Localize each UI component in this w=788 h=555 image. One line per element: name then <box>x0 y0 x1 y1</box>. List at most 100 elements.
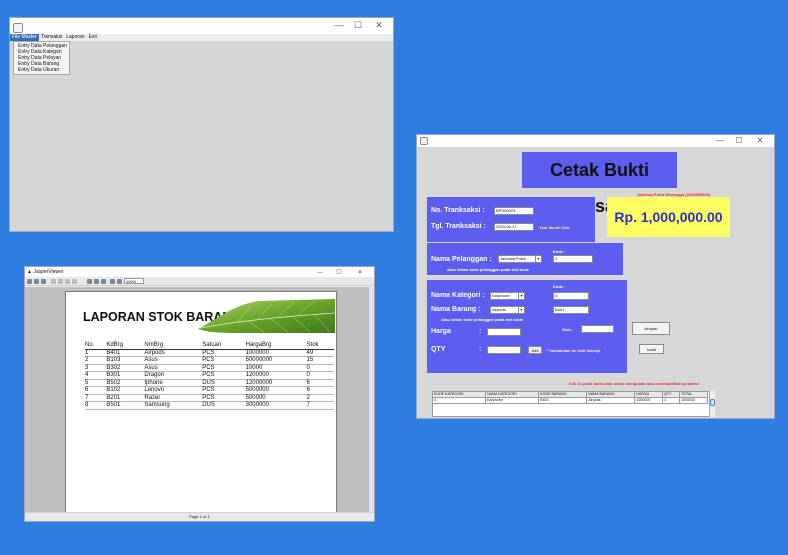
maximize-button[interactable]: ☐ <box>731 136 747 146</box>
first-page-icon[interactable] <box>51 279 56 284</box>
add-hint: * Tambahkan ke detil belanja <box>546 348 601 353</box>
table-cell: 1200000 <box>245 371 307 380</box>
table-cell: DUS <box>202 401 246 410</box>
table-cell: Samsung <box>144 401 203 410</box>
table-cell: Asus <box>144 356 203 365</box>
actual-size-icon[interactable] <box>87 279 92 284</box>
column-header: Satuan <box>202 342 246 350</box>
transaction-panel: No. Tranksaksi : BPS00023 Tgl. Tranksaks… <box>427 197 595 242</box>
save-icon[interactable] <box>27 279 32 284</box>
table-cell: 1 <box>662 397 681 404</box>
menu-file-master[interactable]: File Master <box>10 34 39 41</box>
scrollbar-thumb[interactable] <box>710 399 715 406</box>
minimize-button[interactable]: — <box>331 20 347 30</box>
harga-field[interactable] <box>487 328 521 336</box>
add-button[interactable]: Add <box>528 346 542 354</box>
window-title: ▲ JasperViewer <box>27 269 64 275</box>
table-cell: 0 <box>306 364 334 372</box>
kode-label: Kode : <box>553 249 566 254</box>
barang-panel: Kode : Nama Kategori : Earphone ▾ 4 Nama … <box>427 280 627 373</box>
table-cell: 1000000 <box>634 397 664 404</box>
zoom-out-icon[interactable] <box>117 279 122 284</box>
table-row: 5 B502 Iphone DUS 12000000 6 <box>85 379 334 387</box>
chevron-down-icon: ▾ <box>518 307 524 313</box>
fit-page-icon[interactable] <box>94 279 99 284</box>
table-cell: 2 <box>85 356 107 365</box>
fit-width-icon[interactable] <box>101 279 106 284</box>
table-cell: PCS <box>202 364 246 372</box>
viewer-toolbar: 100% <box>25 277 374 286</box>
next-page-icon[interactable] <box>65 279 70 284</box>
stok-field[interactable] <box>581 325 614 333</box>
table-cell: 7 <box>306 401 334 410</box>
tgl-transaksi-field[interactable]: 2023-06-17 <box>494 223 534 231</box>
table-row: 1 B401 Airpods PCS 1000000 49 <box>85 349 334 357</box>
barang-hint: Atau isikan kode pelanggan pada text kod… <box>441 317 524 322</box>
close-button[interactable]: ✕ <box>371 20 387 30</box>
table-cell: PCS <box>202 356 246 365</box>
menu-transaksi[interactable]: Transaksi <box>39 34 65 41</box>
vertical-scrollbar[interactable] <box>369 287 374 512</box>
kategori-kode-field[interactable]: 4 <box>553 292 589 300</box>
zoom-in-icon[interactable] <box>110 279 115 284</box>
table-cell: B302 <box>106 364 145 372</box>
table-cell: 4 <box>85 371 107 380</box>
tgl-transaksi-label: Tgl. Tranksaksi : <box>431 223 486 230</box>
menu-exit[interactable]: Exit <box>87 34 99 41</box>
maximize-button[interactable]: ☐ <box>350 20 366 30</box>
detail-table: KODE KATEGORI NAMA KATEGORI KODE BARANG … <box>431 391 708 404</box>
pelanggan-kode-field[interactable]: 1 <box>553 255 593 263</box>
close-button[interactable]: ✕ <box>752 136 768 146</box>
previous-page-icon[interactable] <box>58 279 63 284</box>
minimize-button[interactable]: — <box>712 136 728 146</box>
title-bar: ▲ JasperViewer — ☐ ✕ <box>25 267 374 277</box>
barang-combobox[interactable]: Airpods ▾ <box>490 306 525 314</box>
table-cell: Iphone <box>144 379 203 387</box>
qty-label: QTY <box>431 346 446 353</box>
table-cell: PCS <box>202 394 246 402</box>
table-scrollbar[interactable] <box>709 391 715 417</box>
barang-kode-field[interactable]: B401 <box>553 306 589 314</box>
column-header: HargaBrg <box>245 342 307 350</box>
table-cell: 49 <box>306 349 334 357</box>
no-transaksi-field[interactable]: BPS00023 <box>494 207 534 215</box>
main-menu-window: — ☐ ✕ File Master Transaksi Laporan Exit En… <box>9 17 394 232</box>
simpan-button[interactable]: simpan <box>632 322 670 335</box>
table-cell: PCS <box>202 349 246 357</box>
table-cell: B501 <box>106 401 145 410</box>
pelanggan-combobox[interactable]: Jamowa Putra ▾ <box>498 255 542 263</box>
print-icon[interactable] <box>34 279 39 284</box>
table-row: 2 B103 Asus PCS 50000000 15 <box>85 356 334 365</box>
table-cell: Earphone <box>485 397 540 404</box>
table-cell: 3 <box>85 364 107 372</box>
page-indicator: Page 1 of 1 <box>189 514 210 519</box>
table-cell: Razer <box>144 394 203 402</box>
kategori-label: Nama Kategori : <box>431 292 485 299</box>
table-cell: 6 <box>306 386 334 395</box>
menu-bar: File Master Transaksi Laporan Exit <box>10 34 393 41</box>
barang-label: Nama Barang : <box>431 306 481 313</box>
table-cell: B401 <box>538 397 588 404</box>
chevron-down-icon: ▾ <box>518 293 524 299</box>
table-cell: 10000 <box>245 364 307 372</box>
menu-item-entry-ukuran[interactable]: Entry Data Ukuran <box>14 67 69 73</box>
qty-field[interactable] <box>487 346 521 354</box>
report-page: LAPORAN STOK BARANG No. KdBrg NmBrg Satu… <box>65 291 337 516</box>
table-cell: Asus <box>144 364 203 372</box>
table-cell: 5 <box>85 379 107 387</box>
pelanggan-hint: Atau isikan kode pelanggan pada text kod… <box>447 267 530 272</box>
status-bar: Page 1 of 1 <box>25 512 374 521</box>
harga-label: Harga <box>431 328 451 335</box>
table-row[interactable]: 4 Earphone B401 Airpods 1000000 1 100000… <box>431 397 708 404</box>
menu-laporan[interactable]: Laporan <box>64 34 86 41</box>
batal-button[interactable]: batal <box>639 344 664 354</box>
kategori-combobox[interactable]: Earphone ▾ <box>490 292 525 300</box>
cetak-bukti-pesan-window: — ☐ ✕ Cetak Bukti Pesan Jamowa Putra Wis… <box>416 134 775 419</box>
table-cell: 6 <box>85 386 107 395</box>
zoom-select[interactable]: 100% <box>124 278 144 284</box>
file-master-dropdown: Entry Data Pelanggan Entry Data Kategori… <box>13 41 70 75</box>
last-page-icon[interactable] <box>72 279 77 284</box>
table-cell: 8 <box>85 401 107 410</box>
form-title: Cetak Bukti Pesan <box>522 152 677 216</box>
reload-icon[interactable] <box>41 279 46 284</box>
